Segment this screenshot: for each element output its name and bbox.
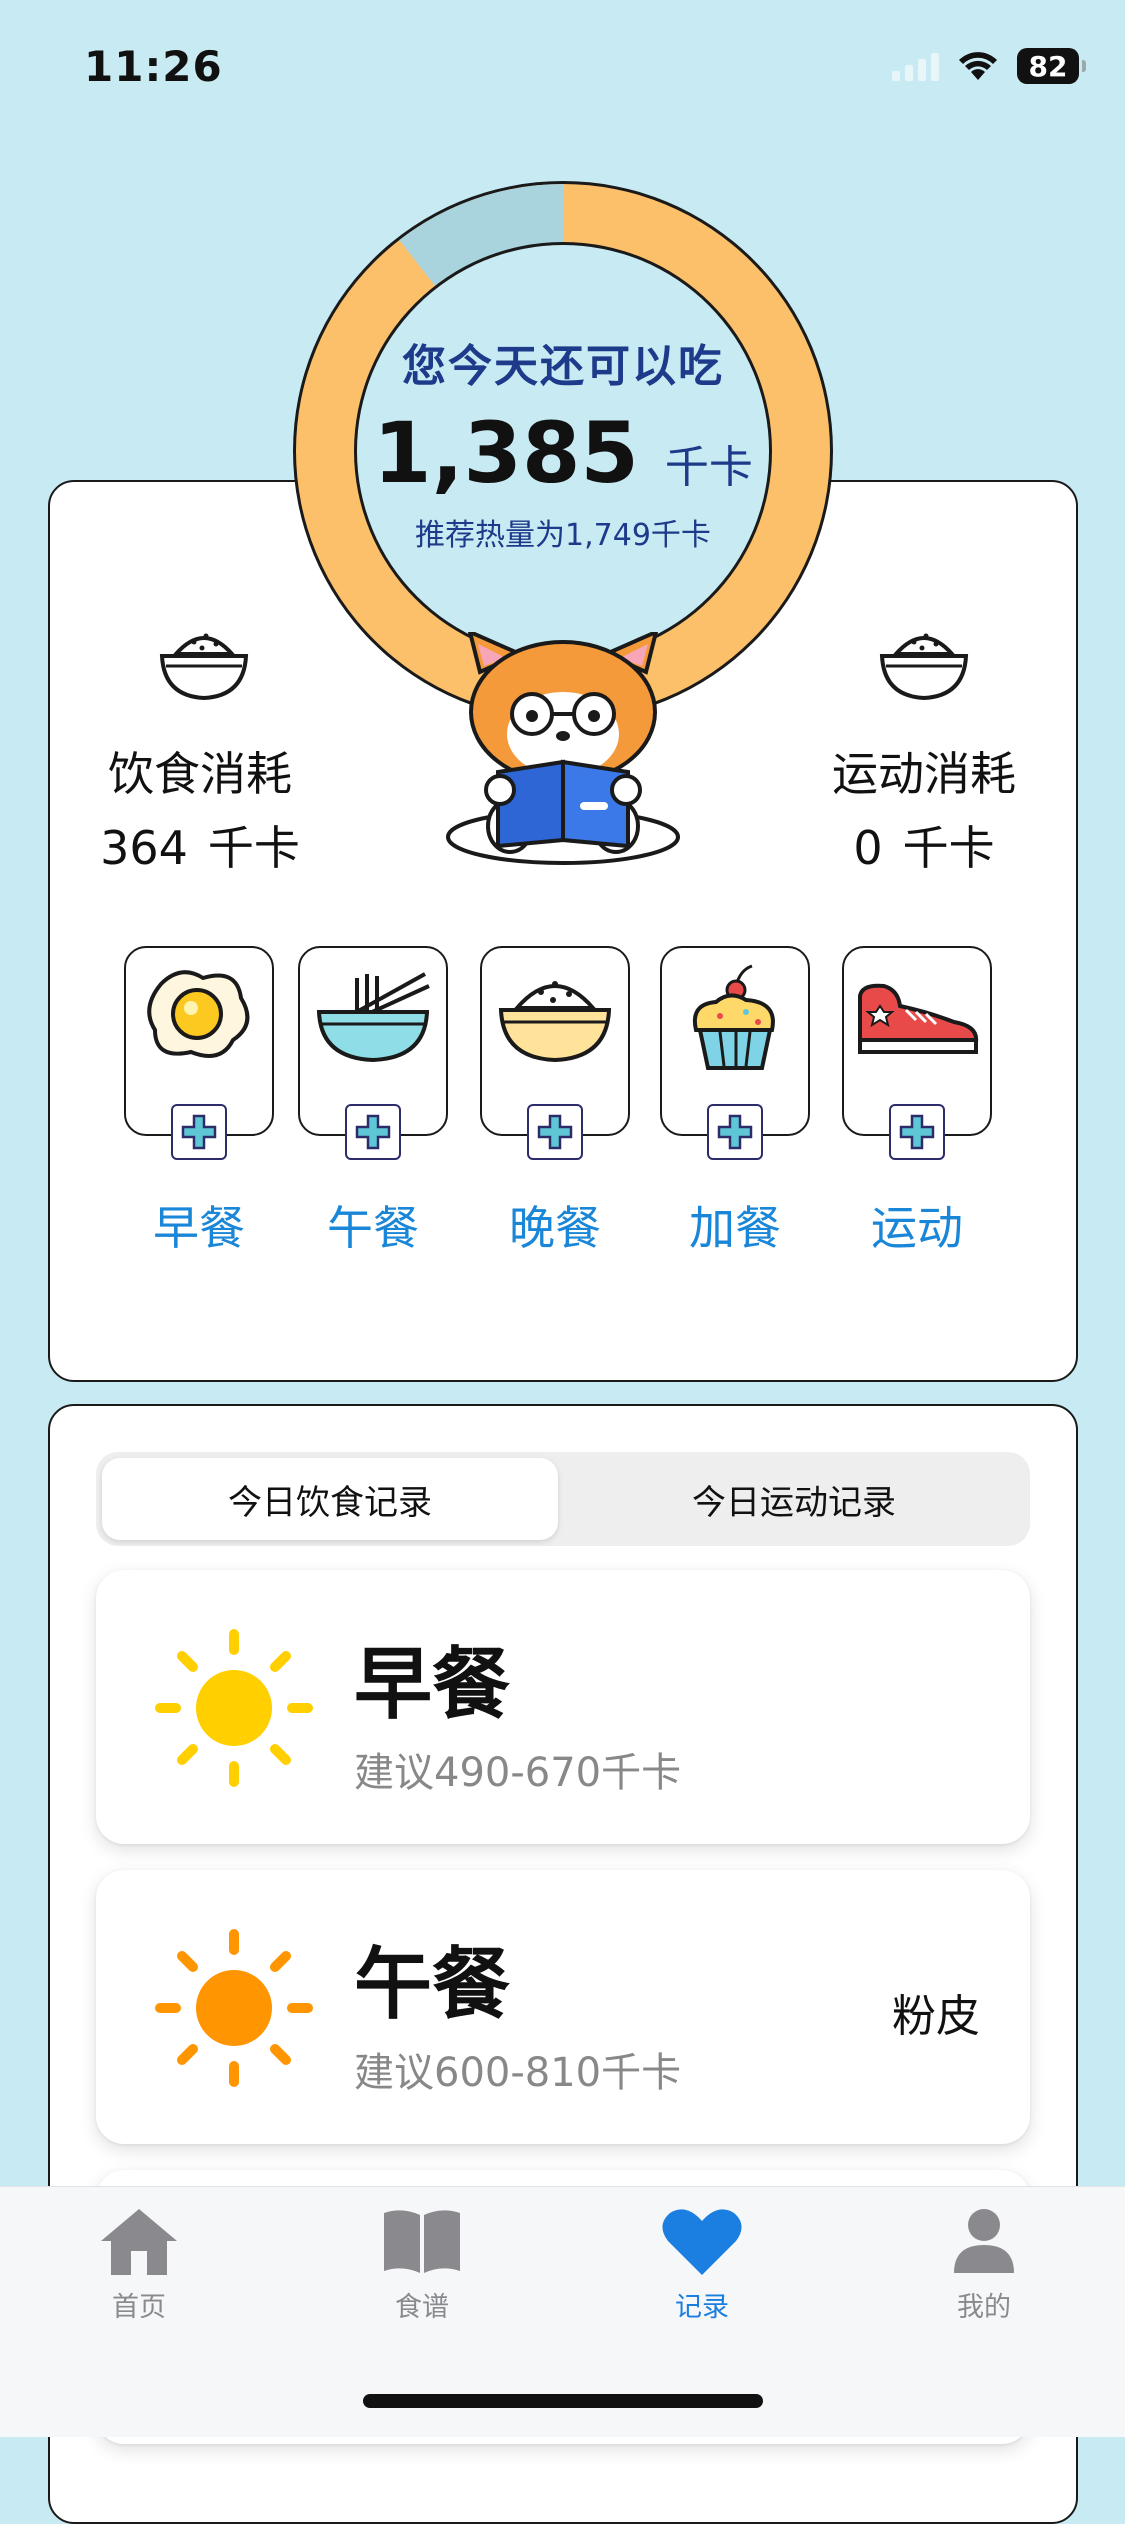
book-icon — [384, 2210, 460, 2273]
cellular-signal-icon — [892, 51, 939, 81]
sneaker-icon — [858, 983, 979, 1054]
exercise-value: 0 千卡 — [853, 821, 995, 875]
plus-icon — [889, 1104, 945, 1160]
home-icon — [101, 2209, 177, 2275]
dinner-add-button[interactable] — [480, 946, 630, 1160]
records-segmented-control: 今日饮食记录 今日运动记录 — [96, 1452, 1030, 1546]
plus-icon — [171, 1104, 227, 1160]
tab-diet-records[interactable]: 今日饮食记录 — [102, 1458, 558, 1540]
plus-icon — [345, 1104, 401, 1160]
snack-add-button[interactable] — [660, 946, 810, 1160]
exercise-label: 运动消耗 — [832, 747, 1016, 801]
battery-icon: 82 — [1017, 48, 1086, 84]
lunch-add-button[interactable] — [298, 946, 448, 1160]
diet-value: 364 千卡 — [100, 821, 300, 875]
meal-label-breakfast[interactable]: 早餐 — [109, 1192, 289, 1258]
plus-icon — [707, 1104, 763, 1160]
meal-label-exercise[interactable]: 运动 — [827, 1192, 1007, 1258]
sun-yellow-icon — [155, 1629, 313, 1787]
meal-suggestion: 建议490-670千卡 — [354, 1750, 682, 1796]
tab-recipes[interactable]: 食谱 — [342, 2205, 502, 2324]
fried-egg-icon — [147, 970, 250, 1058]
tab-profile[interactable]: 我的 — [904, 2205, 1064, 2324]
meal-record-breakfast[interactable]: 早餐 建议490-670千卡 — [96, 1570, 1030, 1844]
plus-icon — [527, 1104, 583, 1160]
recommended-calories: 推荐热量为1,749千卡 — [415, 518, 711, 553]
home-indicator — [363, 2394, 763, 2408]
rice-bowl-icon — [498, 981, 612, 1063]
sun-orange-icon — [155, 1929, 313, 2087]
meal-title: 早餐 — [354, 1640, 511, 1730]
meal-label-lunch[interactable]: 午餐 — [283, 1192, 463, 1258]
meal-record-lunch[interactable]: 午餐 建议600-810千卡 粉皮 — [96, 1870, 1030, 2144]
remaining-title: 您今天还可以吃 — [402, 341, 724, 392]
cupcake-icon — [693, 964, 775, 1070]
exercise-add-button[interactable] — [842, 946, 992, 1160]
heart-icon — [662, 2209, 742, 2275]
meal-food-item: 粉皮 — [892, 1991, 980, 2042]
tab-home[interactable]: 首页 — [59, 2205, 219, 2324]
breakfast-add-button[interactable] — [124, 946, 274, 1160]
diet-label: 饮食消耗 — [108, 747, 292, 801]
meal-suggestion: 建议600-810千卡 — [354, 2050, 682, 2096]
calorie-remaining-panel: 您今天还可以吃 1,385 千卡 推荐热量为1,749千卡 — [350, 330, 776, 554]
remaining-unit: 千卡 — [664, 442, 753, 493]
meal-label-snack[interactable]: 加餐 — [645, 1192, 825, 1258]
person-icon — [954, 2209, 1014, 2273]
tab-exercise-records[interactable]: 今日运动记录 — [566, 1458, 1022, 1540]
rice-bowl-icon — [159, 633, 249, 701]
rice-bowl-icon — [879, 633, 969, 701]
meal-title: 午餐 — [354, 1940, 511, 2030]
shiba-mascot-icon — [446, 632, 680, 865]
status-time: 11:26 — [84, 42, 223, 91]
noodle-bowl-icon — [316, 972, 430, 1063]
status-indicators: 82 — [892, 48, 1086, 84]
meal-label-dinner[interactable]: 晚餐 — [465, 1192, 645, 1258]
wifi-icon — [959, 52, 997, 80]
remaining-calories: 1,385 — [373, 404, 639, 502]
tab-records[interactable]: 记录 — [622, 2205, 782, 2324]
